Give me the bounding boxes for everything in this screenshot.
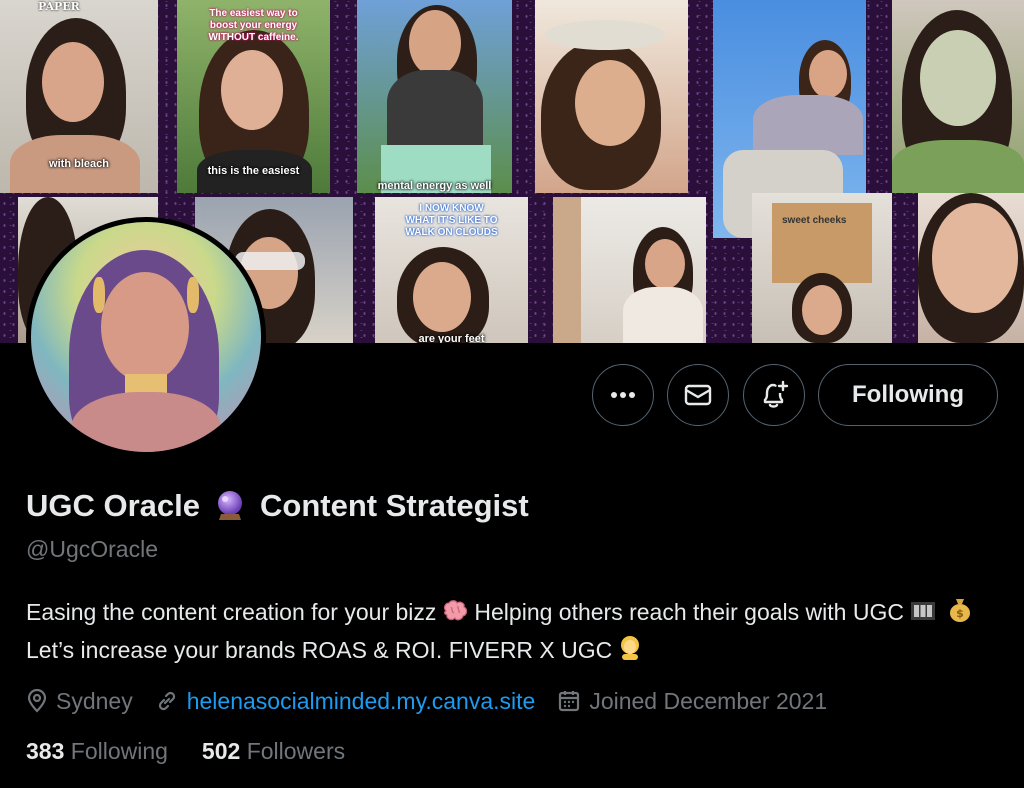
banner-photo-6b bbox=[918, 193, 1024, 343]
brain-emoji-icon bbox=[442, 596, 468, 632]
banner-caption: I NOW KNOW WHAT IT'S LIKE TO WALK ON CLO… bbox=[405, 203, 498, 238]
followers-label: Followers bbox=[246, 738, 346, 764]
banner-caption: are your feet bbox=[418, 333, 485, 343]
banner-photo-6 bbox=[892, 0, 1024, 193]
ellipsis-icon bbox=[611, 392, 635, 398]
website-link[interactable]: helenasocialminded.my.canva.site bbox=[187, 688, 536, 715]
svg-text:$: $ bbox=[956, 607, 964, 620]
location-pin-icon bbox=[27, 689, 47, 713]
banner-photo-3: mental energy as well bbox=[357, 0, 512, 193]
more-options-button[interactable] bbox=[592, 364, 654, 426]
person-emoji-icon bbox=[618, 634, 642, 670]
calendar-icon bbox=[559, 691, 580, 712]
website: helenasocialminded.my.canva.site bbox=[155, 688, 536, 715]
bio-text-1: Easing the content creation for your biz… bbox=[26, 599, 437, 625]
notifications-button[interactable] bbox=[743, 364, 805, 426]
banner-photo-2: The easiest way to boost your energy WIT… bbox=[177, 0, 330, 193]
bio-text-2: Helping others reach their goals with UG… bbox=[474, 599, 904, 625]
banner-caption: The easiest way to boost your energy WIT… bbox=[208, 8, 299, 43]
location: Sydney bbox=[26, 688, 133, 715]
link-icon bbox=[158, 691, 175, 711]
envelope-icon bbox=[684, 384, 712, 406]
film-frames-emoji-icon bbox=[910, 596, 936, 632]
user-handle: @UgcOracle bbox=[26, 536, 158, 562]
display-name-part1: UGC Oracle bbox=[26, 488, 201, 523]
bio-text-3: Let’s increase your brands ROAS & ROI. F… bbox=[26, 636, 613, 663]
join-date-text: Joined December 2021 bbox=[589, 687, 828, 714]
profile-avatar[interactable] bbox=[26, 217, 266, 457]
followers-count-link[interactable]: 502 Followers bbox=[202, 738, 345, 765]
profile-bio: Easing the content creation for your biz… bbox=[26, 594, 1006, 670]
banner-photo-4 bbox=[535, 0, 688, 193]
message-button[interactable] bbox=[667, 364, 729, 426]
banner-photo-4b bbox=[553, 197, 706, 343]
profile-meta: Sydney helenasocialminded.my.canva.site … bbox=[26, 684, 849, 718]
follow-stats: 383 Following 502 Followers bbox=[26, 738, 379, 765]
banner-photo-1: PAPER with bleach bbox=[0, 0, 158, 193]
following-label: Following bbox=[70, 738, 168, 764]
banner-caption: this is the easiest bbox=[207, 165, 300, 177]
followers-count: 502 bbox=[201, 738, 247, 764]
following-button[interactable]: Following bbox=[818, 364, 998, 426]
banner-caption: with bleach bbox=[49, 158, 109, 170]
banner-photo-3b: I NOW KNOW WHAT IT'S LIKE TO WALK ON CLO… bbox=[375, 197, 528, 343]
crystal-ball-emoji-icon bbox=[214, 490, 246, 522]
money-bag-emoji-icon: $ bbox=[948, 596, 972, 632]
following-count: 383 bbox=[26, 738, 71, 764]
bell-plus-icon bbox=[763, 380, 789, 408]
location-text: Sydney bbox=[56, 687, 133, 714]
banner-photo-5b: sweet cheeks bbox=[752, 193, 892, 343]
display-name-part2: Content Strategist bbox=[260, 488, 529, 523]
banner-caption: sweet cheeks bbox=[782, 215, 847, 226]
display-name: UGC Oracle Content Strategist bbox=[26, 488, 529, 524]
banner-caption-paper: PAPER bbox=[38, 0, 80, 13]
join-date: Joined December 2021 bbox=[557, 688, 827, 715]
avatar-image bbox=[31, 222, 261, 452]
banner-caption: mental energy as well bbox=[377, 180, 492, 192]
following-count-link[interactable]: 383 Following bbox=[26, 738, 168, 765]
